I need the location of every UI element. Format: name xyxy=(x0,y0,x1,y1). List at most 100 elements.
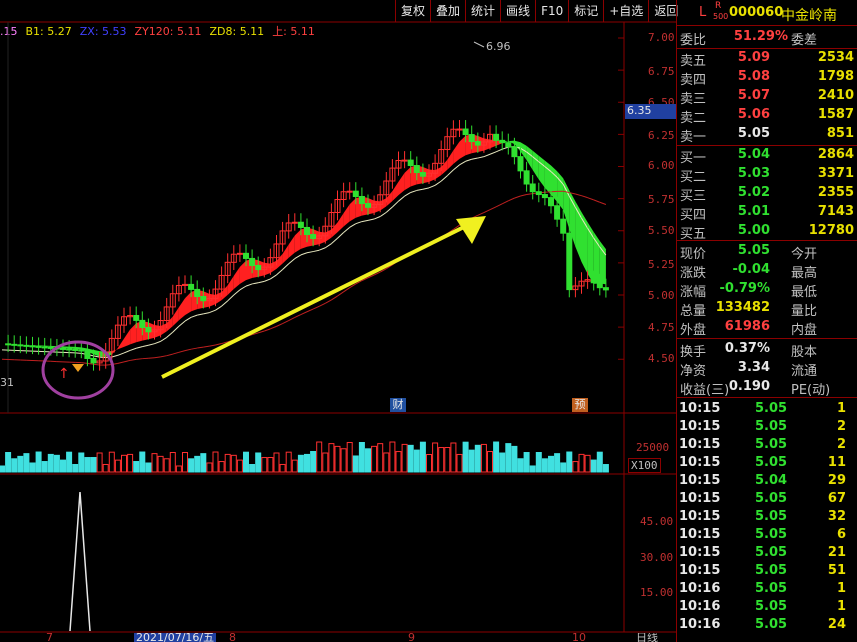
ma-line xyxy=(288,258,296,265)
row-label: 买四 xyxy=(680,208,707,223)
candle-body xyxy=(407,159,414,167)
ma-long-line xyxy=(160,355,167,358)
ma-line xyxy=(239,285,247,291)
ribbon-segment xyxy=(581,212,588,274)
volume-bar xyxy=(340,448,347,473)
ma-long-line xyxy=(593,199,600,203)
volume-bar xyxy=(206,462,213,473)
ma-long-line xyxy=(294,314,302,318)
candle-body xyxy=(554,205,561,220)
ma-long-line xyxy=(203,345,210,348)
r-flag-sub: 500 xyxy=(713,12,729,21)
volume-bar xyxy=(566,451,573,473)
row-volume: 2534 xyxy=(817,50,854,65)
tick-price: 5.05 xyxy=(755,455,788,470)
quote-row: 总量 133482 量比 xyxy=(677,300,857,319)
volume-bar xyxy=(511,445,518,473)
tick-row: 10:16 5.05 1 xyxy=(677,581,857,599)
tick-row: 10:15 5.05 2 xyxy=(677,419,857,437)
volume-bar xyxy=(328,443,335,473)
tick-price: 5.05 xyxy=(755,581,788,596)
volume-bar xyxy=(358,442,365,473)
volume-bar xyxy=(261,457,268,473)
diamond-icon xyxy=(72,364,84,372)
volume-bar xyxy=(450,442,457,473)
asks-row: 卖四 5.08 1798 xyxy=(677,69,857,88)
volume-bar xyxy=(444,447,451,473)
row-label: 换手 xyxy=(680,345,707,360)
tick-row: 10:16 5.05 24 xyxy=(677,617,857,635)
candle-body xyxy=(84,350,91,359)
ma-long-line xyxy=(526,193,533,196)
row-value: 3.34 xyxy=(737,360,770,375)
volume-bar xyxy=(102,463,109,473)
ribbon-segment xyxy=(532,150,539,180)
ma-line xyxy=(483,153,491,158)
date-tick: 7 xyxy=(46,633,53,642)
candle-body xyxy=(566,232,573,291)
row-label: 收益(三) xyxy=(680,383,730,398)
ma-long-line xyxy=(81,362,88,364)
volume-bar xyxy=(438,447,445,473)
row-label: 涨幅 xyxy=(680,285,707,300)
ma-line xyxy=(373,216,381,220)
tick-row: 10:15 5.05 6 xyxy=(677,527,857,545)
volume-bar xyxy=(499,452,506,473)
tick-row: 10:15 5.05 67 xyxy=(677,491,857,509)
tick-row: 10:15 5.05 21 xyxy=(677,545,857,563)
stock-title: L R 500 000060 中金岭南 xyxy=(677,0,857,26)
quote-row: 涨幅 -0.79% 最低 xyxy=(677,281,857,300)
price-axis-label: 4.75 xyxy=(648,321,675,334)
forecast-event-badge[interactable]: 预 xyxy=(572,398,588,412)
tick-time: 10:15 xyxy=(679,419,721,434)
volume-bar xyxy=(297,454,304,473)
volume-bar xyxy=(401,443,408,473)
tick-volume: 2 xyxy=(836,437,846,452)
candle-body xyxy=(365,203,371,208)
indicator-axis-label: 45.00 xyxy=(640,515,674,528)
tick-row: 10:15 5.04 29 xyxy=(677,473,857,491)
ribbon-segment xyxy=(392,181,399,201)
volume-bar xyxy=(365,448,371,473)
row-volume: 2410 xyxy=(817,88,854,103)
volume-bar xyxy=(11,458,18,473)
tick-volume: 1 xyxy=(836,581,846,596)
volume-bar xyxy=(285,451,292,473)
volume-bar xyxy=(5,452,12,473)
candle-body xyxy=(291,221,298,224)
tick-volume: 67 xyxy=(827,491,846,506)
ribbon-segment xyxy=(343,204,350,227)
row-value: -0.79% xyxy=(719,281,771,296)
quote-row: 外盘 61986 内盘 xyxy=(677,319,857,338)
candle-body xyxy=(474,141,481,146)
volume-bar xyxy=(474,444,481,473)
row-price: 5.06 xyxy=(737,107,770,122)
volume-bar xyxy=(29,462,36,473)
indicator-axis-label: 30.00 xyxy=(640,551,674,564)
ma-line xyxy=(282,263,290,270)
row-label-2: 量比 xyxy=(791,304,818,319)
candle-body xyxy=(78,349,85,352)
ma-long-line xyxy=(215,343,222,346)
ma-line xyxy=(465,158,472,162)
ribbon-segment xyxy=(117,338,124,350)
ma-line xyxy=(361,219,369,223)
tick-price: 5.05 xyxy=(755,509,788,524)
volume-bar xyxy=(334,445,341,473)
ribbon-segment xyxy=(130,323,137,345)
period-label[interactable]: 日线 xyxy=(636,633,658,642)
left-axis-label: 31 xyxy=(0,376,14,389)
tick-price: 5.05 xyxy=(755,401,788,416)
tick-time: 10:16 xyxy=(679,617,721,632)
finance-event-badge[interactable]: 财 xyxy=(390,398,406,412)
ma-long-line xyxy=(325,299,332,304)
row-price: 5.07 xyxy=(737,88,770,103)
row-value: 0.37% xyxy=(724,341,770,356)
candlestick-chart[interactable]: ↑ xyxy=(0,0,676,642)
row-label-2: 最高 xyxy=(791,266,818,281)
row-volume: 7143 xyxy=(817,204,854,219)
row-label: 卖四 xyxy=(680,73,707,88)
volume-bar xyxy=(169,452,176,473)
candle-body xyxy=(17,344,24,347)
volume-bar xyxy=(279,463,286,473)
